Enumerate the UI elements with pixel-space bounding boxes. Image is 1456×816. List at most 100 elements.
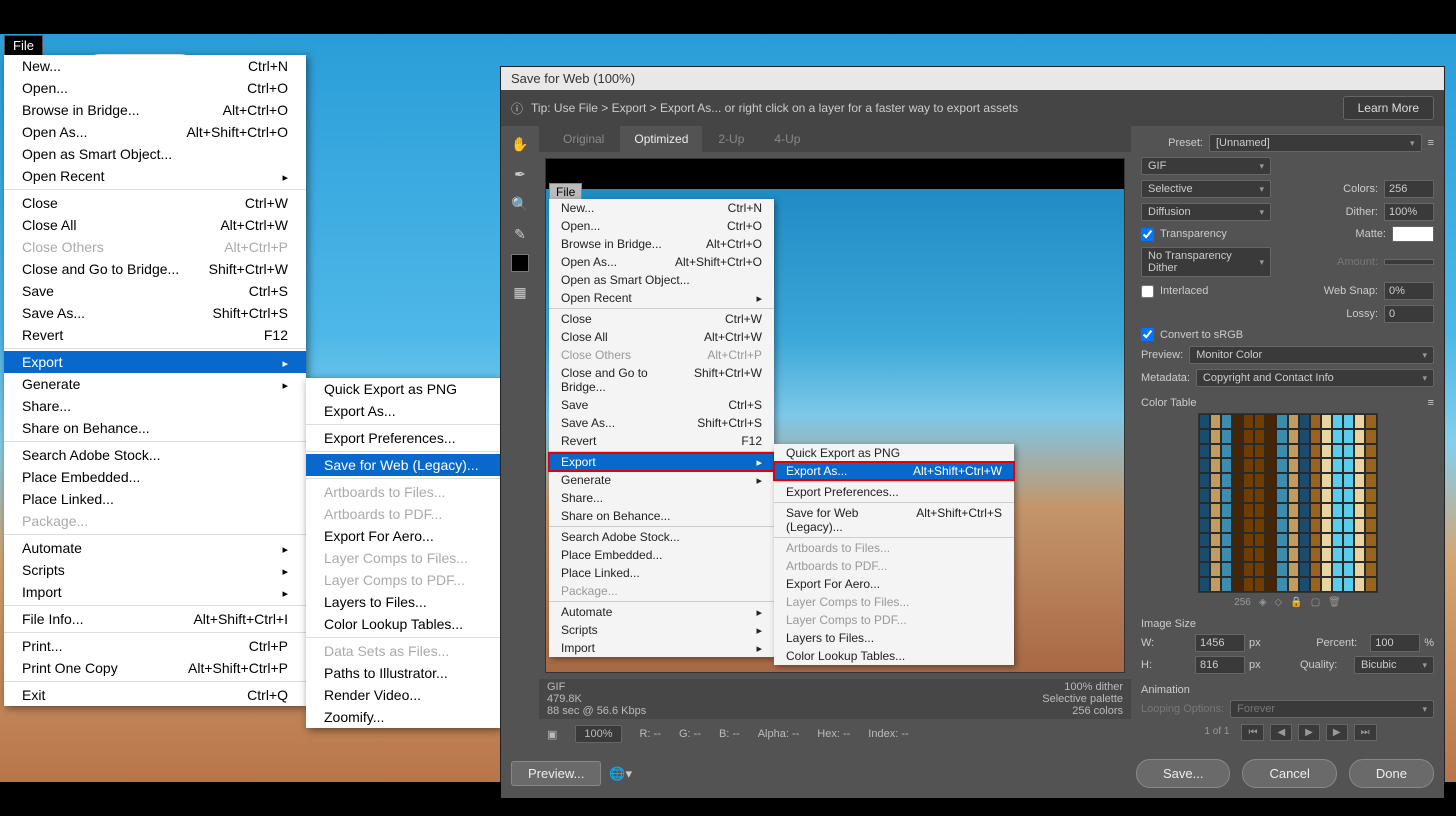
menu-item[interactable]: New...Ctrl+N [549,199,774,217]
preset-dropdown[interactable]: [Unnamed] [1209,134,1422,152]
menu-item[interactable]: Artboards to PDF... [774,557,1014,575]
menu-item[interactable]: Render Video... [306,684,500,706]
browser-preview-icon[interactable]: 🌐▾ [609,766,632,782]
lossy-input[interactable]: 0 [1384,305,1434,323]
preview-pane[interactable]: File New...Ctrl+NOpen...Ctrl+OBrowse in … [545,158,1125,673]
transparency-checkbox[interactable] [1141,228,1154,241]
menu-item[interactable]: Export [4,351,306,373]
eyedropper-tool-icon[interactable]: ✎ [510,224,530,244]
format-dropdown[interactable]: GIF [1141,157,1271,175]
ct-new-icon[interactable]: ▢ [1311,597,1320,608]
menu-item[interactable]: Open Recent [549,289,774,307]
menu-item[interactable]: Save As...Shift+Ctrl+S [4,302,306,324]
preset-menu-icon[interactable]: ≡ [1428,137,1434,149]
ct-icon-2[interactable]: ◇ [1275,597,1283,608]
percent-input[interactable]: 100 [1370,634,1420,652]
ct-icon-1[interactable]: ◈ [1259,597,1267,608]
preview-tab[interactable]: 4-Up [760,126,814,152]
menu-item[interactable]: Search Adobe Stock... [4,444,306,466]
menu-item[interactable]: Open...Ctrl+O [549,217,774,235]
ct-trash-icon[interactable]: 🗑 [1328,597,1341,608]
menu-item[interactable]: Share on Behance... [4,417,306,439]
menu-item[interactable]: RevertF12 [549,432,774,450]
menu-item[interactable]: Close AllAlt+Ctrl+W [4,214,306,236]
menu-item[interactable]: Color Lookup Tables... [306,613,500,635]
menu-item[interactable]: Open as Smart Object... [4,143,306,165]
next-frame-icon[interactable]: ▶ [1326,724,1348,741]
toggle-slices-icon[interactable]: ▦ [510,282,530,302]
menu-item[interactable]: Print...Ctrl+P [4,635,306,657]
reduction-dropdown[interactable]: Selective [1141,180,1271,198]
menu-item[interactable]: Artboards to Files... [306,481,500,503]
menu-item[interactable]: Paths to Illustrator... [306,662,500,684]
menu-item[interactable]: Close OthersAlt+Ctrl+P [549,346,774,364]
select-frame-icon[interactable]: ▣ [547,728,557,741]
menu-item[interactable]: Open As...Alt+Shift+Ctrl+O [549,253,774,271]
menu-item[interactable]: Export As...Alt+Shift+Ctrl+W [774,462,1014,480]
menu-item[interactable]: Open...Ctrl+O [4,77,306,99]
menu-item[interactable]: Export Preferences... [306,427,500,449]
menu-item[interactable]: Quick Export as PNG [306,378,500,400]
menu-item[interactable]: Color Lookup Tables... [774,647,1014,665]
eyedropper-color-swatch[interactable] [511,254,529,272]
learn-more-button[interactable]: Learn More [1343,96,1434,120]
menu-item[interactable]: Export [549,453,774,471]
menu-item[interactable]: Open Recent [4,165,306,187]
menu-item[interactable]: Export For Aero... [306,525,500,547]
menu-item[interactable]: Place Embedded... [549,546,774,564]
menu-item[interactable]: Layer Comps to Files... [774,593,1014,611]
menu-item[interactable]: Close and Go to Bridge...Shift+Ctrl+W [4,258,306,280]
colors-input[interactable]: 256 [1384,180,1434,198]
zoom-tool-icon[interactable]: 🔍 [510,194,530,214]
slice-tool-icon[interactable]: ✒ [510,164,530,184]
menu-item[interactable]: RevertF12 [4,324,306,346]
menu-item[interactable]: CloseCtrl+W [4,192,306,214]
menu-item[interactable]: Place Linked... [4,488,306,510]
menu-item[interactable]: Place Linked... [549,564,774,582]
menu-item[interactable]: Quick Export as PNG [774,444,1014,462]
transparency-dither-dropdown[interactable]: No Transparency Dither [1141,247,1271,277]
menu-item[interactable]: Print One CopyAlt+Shift+Ctrl+P [4,657,306,679]
menu-item[interactable]: Close AllAlt+Ctrl+W [549,328,774,346]
prev-frame-icon[interactable]: ◀ [1270,724,1292,741]
ct-lock-icon[interactable]: 🔒 [1290,597,1302,608]
menu-item[interactable]: File Info...Alt+Shift+Ctrl+I [4,608,306,630]
menu-item[interactable]: Close OthersAlt+Ctrl+P [4,236,306,258]
menu-item[interactable]: Open as Smart Object... [549,271,774,289]
menu-item[interactable]: Browse in Bridge...Alt+Ctrl+O [549,235,774,253]
first-frame-icon[interactable]: ⏮ [1241,724,1264,741]
matte-swatch[interactable] [1392,226,1434,242]
menu-item[interactable]: Export As... [306,400,500,422]
menu-item[interactable]: Share on Behance... [549,507,774,525]
menu-item[interactable]: Layer Comps to PDF... [306,569,500,591]
menu-item[interactable]: Generate [4,373,306,395]
menu-item[interactable]: Generate [549,471,774,489]
menu-item[interactable]: Save for Web (Legacy)...Alt+Shift+Ctrl+S [774,504,1014,536]
metadata-dropdown[interactable]: Copyright and Contact Info [1196,369,1434,387]
menu-item[interactable]: Layer Comps to PDF... [774,611,1014,629]
last-frame-icon[interactable]: ⏭ [1354,724,1377,741]
menu-item[interactable]: Scripts [549,621,774,639]
menu-item[interactable]: Share... [4,395,306,417]
menu-item[interactable]: Search Adobe Stock... [549,528,774,546]
zoom-dropdown[interactable]: 100% [575,725,621,743]
menu-item[interactable]: Save for Web (Legacy)... [306,454,500,476]
preview-tab[interactable]: 2-Up [704,126,758,152]
play-icon[interactable]: ▶ [1298,724,1320,741]
color-table[interactable] [1198,413,1378,593]
done-button[interactable]: Done [1349,759,1434,788]
menu-item[interactable]: Layers to Files... [306,591,500,613]
menu-item[interactable]: Package... [4,510,306,532]
menu-item[interactable]: ExitCtrl+Q [4,684,306,706]
menu-item[interactable]: Share... [549,489,774,507]
preview-tab[interactable]: Optimized [620,126,702,152]
menu-item[interactable]: Automate [4,537,306,559]
menu-item[interactable]: CloseCtrl+W [549,310,774,328]
dither-method-dropdown[interactable]: Diffusion [1141,203,1271,221]
menu-item[interactable]: Browse in Bridge...Alt+Ctrl+O [4,99,306,121]
menu-item[interactable]: Artboards to Files... [774,539,1014,557]
menu-item[interactable]: Import [4,581,306,603]
save-button[interactable]: Save... [1136,759,1230,788]
preview-tab[interactable]: Original [549,126,618,152]
menu-item[interactable]: Package... [549,582,774,600]
